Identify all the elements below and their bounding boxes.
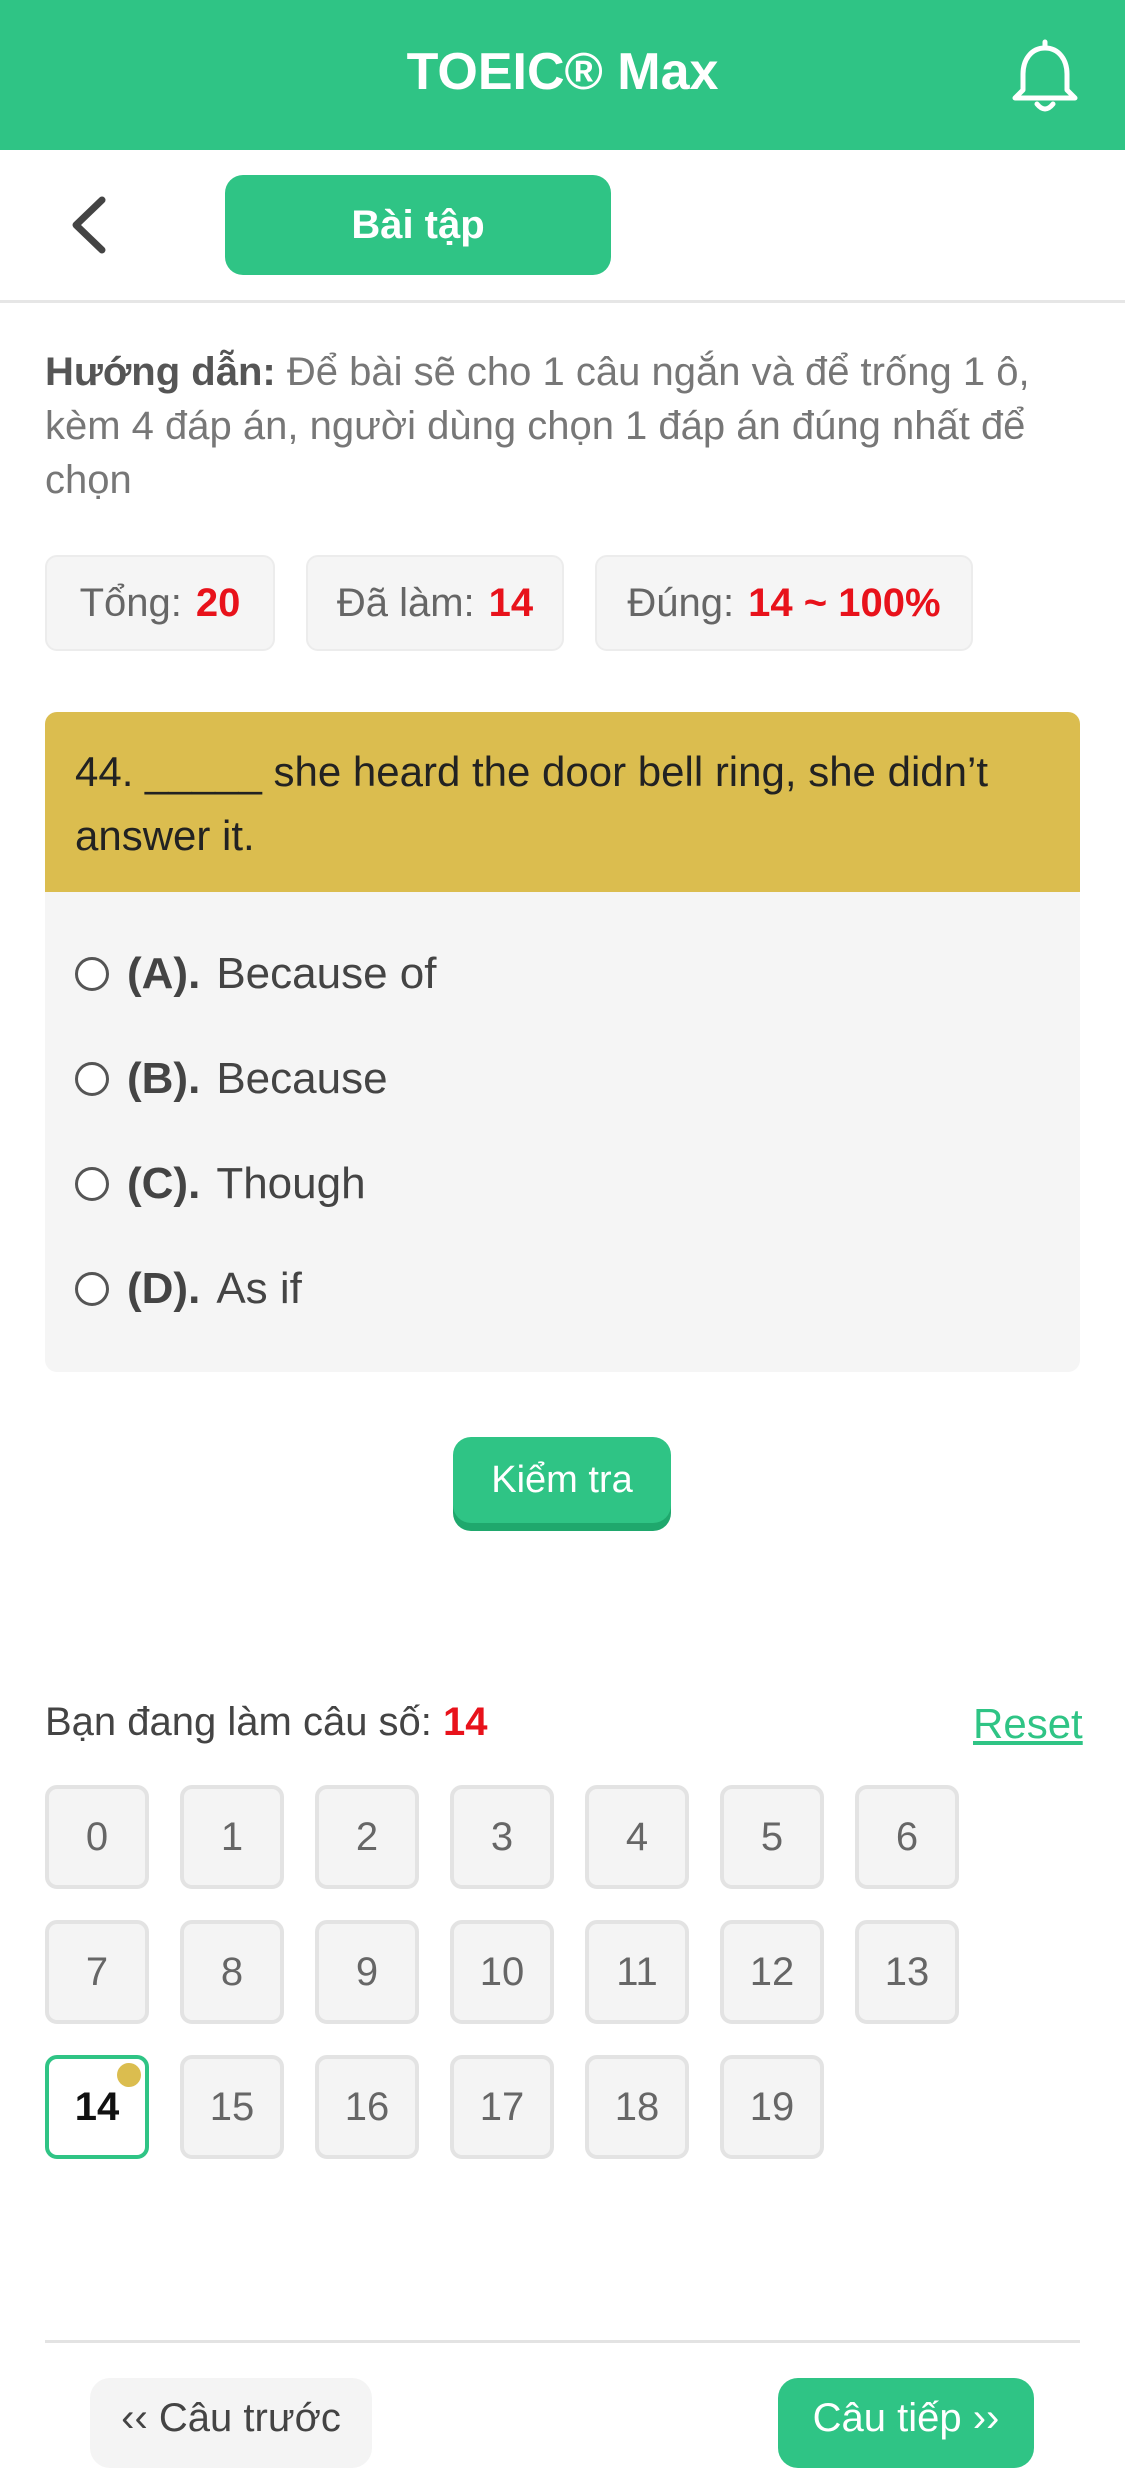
- question-cell[interactable]: 19: [720, 2055, 824, 2159]
- question-cell[interactable]: 1: [180, 1785, 284, 1889]
- radio-button[interactable]: [75, 1062, 109, 1096]
- option-b[interactable]: (B). Because: [75, 1049, 388, 1109]
- next-question-button[interactable]: Câu tiếp ››: [778, 2378, 1034, 2468]
- option-key: (A).: [127, 949, 201, 998]
- total-stat-label: Tổng:: [79, 580, 182, 625]
- correct-stat-badge: Đúng: 14 ~ 100%: [595, 555, 973, 651]
- question-cell[interactable]: 17: [450, 2055, 554, 2159]
- question-cell[interactable]: 9: [315, 1920, 419, 2024]
- current-question-number: 14: [443, 1700, 488, 1744]
- question-cell[interactable]: 13: [855, 1920, 959, 2024]
- done-stat-badge: Đã làm: 14: [306, 555, 564, 651]
- done-stat-value: 14: [488, 580, 534, 625]
- sub-navigation-bar: Bài tập: [0, 150, 1125, 303]
- option-d[interactable]: (D). As if: [75, 1259, 302, 1319]
- top-app-bar: TOEIC® Max: [0, 0, 1125, 150]
- question-cell[interactable]: 6: [855, 1785, 959, 1889]
- question-cell[interactable]: 5: [720, 1785, 824, 1889]
- check-answer-button[interactable]: Kiểm tra: [453, 1437, 671, 1523]
- previous-question-button[interactable]: ‹‹ Câu trước: [90, 2378, 372, 2468]
- question-cell[interactable]: 0: [45, 1785, 149, 1889]
- app-title: TOEIC® Max: [406, 43, 719, 101]
- footer-divider: [45, 2340, 1080, 2343]
- option-text: Though: [216, 1159, 366, 1208]
- question-cell[interactable]: 11: [585, 1920, 689, 2024]
- option-key: (B).: [127, 1054, 201, 1103]
- option-key: (C).: [127, 1159, 201, 1208]
- answered-dot-icon: [117, 2063, 141, 2087]
- question-cell[interactable]: 15: [180, 2055, 284, 2159]
- current-question-indicator: Bạn đang làm câu số: 14: [45, 1700, 488, 1745]
- question-cell[interactable]: 7: [45, 1920, 149, 2024]
- done-stat-label: Đã làm:: [336, 580, 475, 625]
- instruction-text: Hướng dẫn: Để bài sẽ cho 1 câu ngắn và đ…: [45, 345, 1085, 507]
- radio-button[interactable]: [75, 1272, 109, 1306]
- question-card: 44. _____ she heard the door bell ring, …: [45, 712, 1080, 1372]
- question-cell[interactable]: 8: [180, 1920, 284, 2024]
- option-text: Because of: [216, 949, 437, 998]
- current-question-label: Bạn đang làm câu số:: [45, 1700, 432, 1744]
- instruction-label: Hướng dẫn:: [45, 350, 276, 394]
- total-stat-value: 20: [195, 580, 241, 625]
- bell-icon[interactable]: [1005, 38, 1085, 118]
- option-text: Because: [216, 1054, 388, 1103]
- question-cell[interactable]: 18: [585, 2055, 689, 2159]
- question-cell[interactable]: 4: [585, 1785, 689, 1889]
- option-c[interactable]: (C). Though: [75, 1154, 366, 1214]
- question-cell[interactable]: 3: [450, 1785, 554, 1889]
- radio-button[interactable]: [75, 957, 109, 991]
- exercise-tab-button[interactable]: Bài tập: [225, 175, 611, 275]
- question-cell[interactable]: 10: [450, 1920, 554, 2024]
- correct-stat-label: Đúng:: [627, 580, 735, 625]
- option-key: (D).: [127, 1264, 201, 1313]
- question-text: 44. _____ she heard the door bell ring, …: [45, 712, 1080, 892]
- chevron-left-icon[interactable]: [60, 190, 120, 260]
- total-stat-badge: Tổng: 20: [45, 555, 275, 651]
- correct-stat-value: 14 ~ 100%: [748, 580, 941, 625]
- reset-link[interactable]: Reset: [973, 1700, 1083, 1748]
- question-cell[interactable]: 16: [315, 2055, 419, 2159]
- question-cell[interactable]: 2: [315, 1785, 419, 1889]
- question-cell-current[interactable]: 14: [45, 2055, 149, 2159]
- option-text: As if: [216, 1264, 302, 1313]
- radio-button[interactable]: [75, 1167, 109, 1201]
- option-a[interactable]: (A). Because of: [75, 944, 436, 1004]
- question-cell[interactable]: 12: [720, 1920, 824, 2024]
